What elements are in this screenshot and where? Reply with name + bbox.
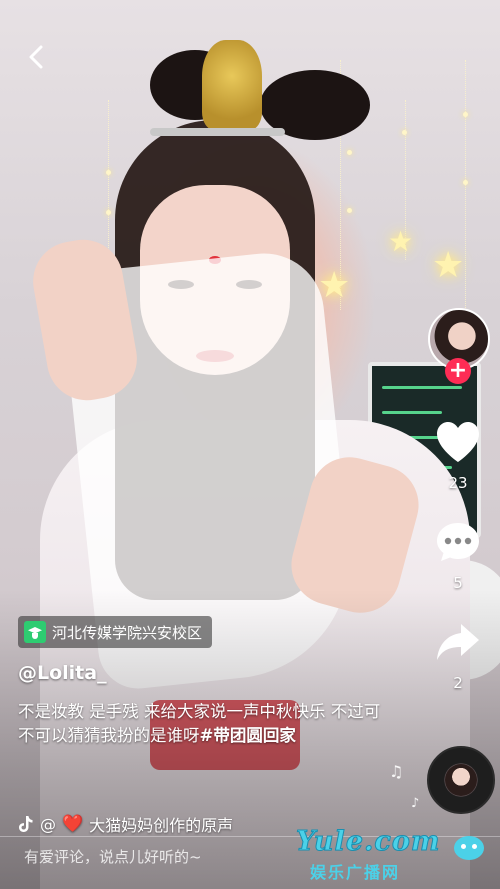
chevron-left-icon xyxy=(29,45,43,69)
star-light: ★ xyxy=(388,225,414,258)
music-disc-button[interactable] xyxy=(427,746,495,814)
back-button[interactable] xyxy=(22,42,52,72)
string-lights xyxy=(108,100,109,250)
comment-action[interactable]: 5 xyxy=(420,520,496,592)
smiley-icon xyxy=(454,836,484,860)
site-watermark: Yule.com 娱乐广播网 xyxy=(295,826,486,886)
follow-button[interactable]: + xyxy=(445,358,471,384)
location-tag[interactable]: 河北传媒学院兴安校区 xyxy=(18,616,213,648)
like-action[interactable]: 23 xyxy=(420,420,496,492)
music-note-icon: ♪ xyxy=(411,796,420,811)
music-note-icon: ♫ xyxy=(389,762,404,781)
tiktok-note-icon xyxy=(19,816,33,832)
share-count: 2 xyxy=(453,674,463,692)
light-bulb xyxy=(402,130,407,135)
watermark-sub: 娱乐广播网 xyxy=(310,863,401,882)
light-bulb xyxy=(106,170,111,175)
like-count: 23 xyxy=(448,474,468,492)
star-light: ★ xyxy=(432,245,465,286)
heart-icon[interactable] xyxy=(434,420,482,464)
comment-input[interactable]: 有爱评论，说点儿好听的~ xyxy=(24,846,202,867)
light-bulb xyxy=(347,208,352,213)
star-light: ★ xyxy=(318,265,351,306)
caption: 不是妆教 是手残 来给大家说一声中秋快乐 不过可不可以猜猜我扮的是谁呀#带团圆回… xyxy=(18,700,393,748)
location-school-icon xyxy=(24,621,46,643)
light-bulb xyxy=(463,180,468,185)
heart-emoji: ❤️ xyxy=(62,814,84,834)
string-lights xyxy=(465,60,466,310)
light-bulb xyxy=(106,210,111,215)
comment-bubble-icon[interactable] xyxy=(434,520,482,564)
sound-prefix: @ xyxy=(40,814,56,834)
hair-band xyxy=(150,128,285,136)
watermark-logo: Yule.com xyxy=(295,826,441,858)
sound-link[interactable]: @ ❤️ 大猫妈妈创作的原声 xyxy=(18,812,233,836)
light-bulb xyxy=(347,150,352,155)
username[interactable]: @Lolita_ xyxy=(18,662,107,684)
share-arrow-icon[interactable] xyxy=(434,620,482,664)
sound-title: 大猫妈妈创作的原声 xyxy=(89,816,234,835)
location-label: 河北传媒学院兴安校区 xyxy=(52,623,203,642)
share-action[interactable]: 2 xyxy=(420,620,496,692)
comment-count: 5 xyxy=(453,574,463,592)
music-cover xyxy=(445,764,477,796)
light-bulb xyxy=(463,112,468,117)
hashtag-link[interactable]: #带团圆回家 xyxy=(200,726,296,745)
